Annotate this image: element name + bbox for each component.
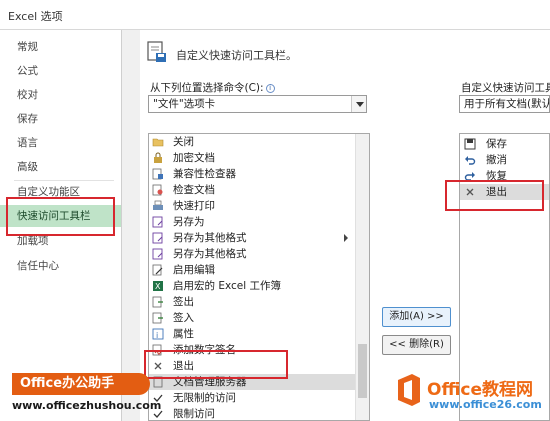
list-item-label: 签出 <box>173 296 194 308</box>
list-item-label: 无限制的访问 <box>173 392 236 404</box>
svg-text:i: i <box>156 331 158 340</box>
toolbar-scope-dropdown[interactable]: 用于所有文档(默认 <box>459 95 550 113</box>
sidebar-item-advanced[interactable]: 高级 <box>0 156 121 178</box>
list-item[interactable]: 另存为其他格式 <box>149 230 355 246</box>
list-item[interactable]: 签入 <box>149 310 355 326</box>
command-highlight-box <box>144 350 288 379</box>
info-icon: i <box>265 83 275 93</box>
submenu-arrow-icon[interactable] <box>344 234 348 242</box>
list-item-label: 检查文档 <box>173 184 215 196</box>
sidebar-item-proofing[interactable]: 校对 <box>0 84 121 106</box>
quick-access-toolbar-icon <box>147 41 166 62</box>
list-item[interactable]: 限制访问 <box>149 406 355 420</box>
checkin-icon <box>152 312 163 324</box>
list-item[interactable]: 兼容性检查器 <box>149 166 355 182</box>
choose-commands-label-text: 从下列位置选择命令(C): <box>150 82 264 94</box>
choose-commands-value: "文件"选项卡 <box>153 98 216 110</box>
list-item-label: 兼容性检查器 <box>173 168 236 180</box>
properties-icon: i <box>152 328 164 340</box>
list-item[interactable]: 检查文档 <box>149 182 355 198</box>
list-item[interactable]: 另存为其他格式 <box>149 246 355 262</box>
list-item-label: 启用宏的 Excel 工作簿 <box>173 280 281 292</box>
commands-scrollbar[interactable] <box>355 134 369 420</box>
save-as-other-icon <box>152 248 163 260</box>
office-logo-icon <box>398 374 420 406</box>
undo-icon <box>465 156 476 165</box>
lock-icon <box>154 152 162 163</box>
compat-check-icon <box>152 168 163 180</box>
list-item-label: 撤消 <box>486 154 507 166</box>
sidebar-item-formulas[interactable]: 公式 <box>0 60 121 82</box>
save-icon <box>464 138 476 150</box>
list-item-label: 限制访问 <box>173 408 215 420</box>
sidebar-item-general[interactable]: 常规 <box>0 36 121 58</box>
window-title: Excel 选项 <box>8 10 63 23</box>
list-item[interactable]: 保存 <box>460 136 549 152</box>
list-item-label: 属性 <box>173 328 194 340</box>
scrollbar-thumb[interactable] <box>358 344 367 398</box>
list-item[interactable]: 加密文档 <box>149 150 355 166</box>
list-item[interactable]: 另存为 <box>149 214 355 230</box>
list-item-label: 启用编辑 <box>173 264 215 276</box>
customize-toolbar-label: 自定义快速访问工具栏 <box>461 82 550 94</box>
options-sidebar: 常规 公式 校对 保存 语言 高级 自定义功能区 快速访问工具栏 加载项 信任中… <box>0 30 122 421</box>
watermark-brand-left: Office办公助手 <box>12 373 150 395</box>
save-as-icon <box>152 216 163 228</box>
list-item[interactable]: 撤消 <box>460 152 549 168</box>
list-item[interactable]: 无限制的访问 <box>149 390 355 406</box>
choose-commands-dropdown[interactable]: "文件"选项卡 <box>148 95 367 113</box>
list-item-label: 加密文档 <box>173 152 215 164</box>
watermark-url-left: www.officezhushou.com <box>12 399 162 412</box>
list-item-label: 签入 <box>173 312 194 324</box>
inspect-doc-icon <box>152 184 163 196</box>
sidebar-item-language[interactable]: 语言 <box>0 132 121 154</box>
choose-commands-label: 从下列位置选择命令(C): i <box>150 80 275 95</box>
save-as-other-icon <box>152 232 163 244</box>
quick-print-icon <box>153 200 163 210</box>
sidebar-item-trust-center[interactable]: 信任中心 <box>0 255 121 277</box>
panel-gutter <box>122 30 140 421</box>
page-title: 自定义快速访问工具栏。 <box>176 49 297 62</box>
add-button[interactable]: 添加(A) >> <box>382 307 451 327</box>
enable-edit-icon <box>152 264 163 276</box>
list-item-label: 关闭 <box>173 136 194 148</box>
watermark-brand-right: Office教程网 <box>427 380 534 400</box>
svg-text:X: X <box>155 282 161 291</box>
list-item-label: 另存为其他格式 <box>173 248 247 260</box>
chevron-down-icon[interactable] <box>351 96 366 112</box>
remove-button[interactable]: << 删除(R) <box>382 335 451 355</box>
list-item-label: 保存 <box>486 138 507 150</box>
list-item[interactable]: 签出 <box>149 294 355 310</box>
title-bar: Excel 选项 <box>0 0 550 30</box>
toolbar-highlight-box <box>445 180 544 211</box>
list-item[interactable]: 启用编辑 <box>149 262 355 278</box>
sidebar-item-save[interactable]: 保存 <box>0 108 121 130</box>
watermark-url-right: www.office26.com <box>429 398 542 411</box>
list-item[interactable]: 关闭 <box>149 134 355 150</box>
list-item[interactable]: i 属性 <box>149 326 355 342</box>
folder-icon <box>152 138 164 147</box>
list-item-label: 快速打印 <box>173 200 215 212</box>
list-item[interactable]: 快速打印 <box>149 198 355 214</box>
excel-macro-icon: X <box>153 281 163 291</box>
list-item[interactable]: X 启用宏的 Excel 工作簿 <box>149 278 355 294</box>
checkout-icon <box>152 296 163 308</box>
list-item-label: 另存为其他格式 <box>173 232 247 244</box>
list-item-label: 另存为 <box>173 216 205 228</box>
sidebar-highlight-box <box>6 197 115 236</box>
